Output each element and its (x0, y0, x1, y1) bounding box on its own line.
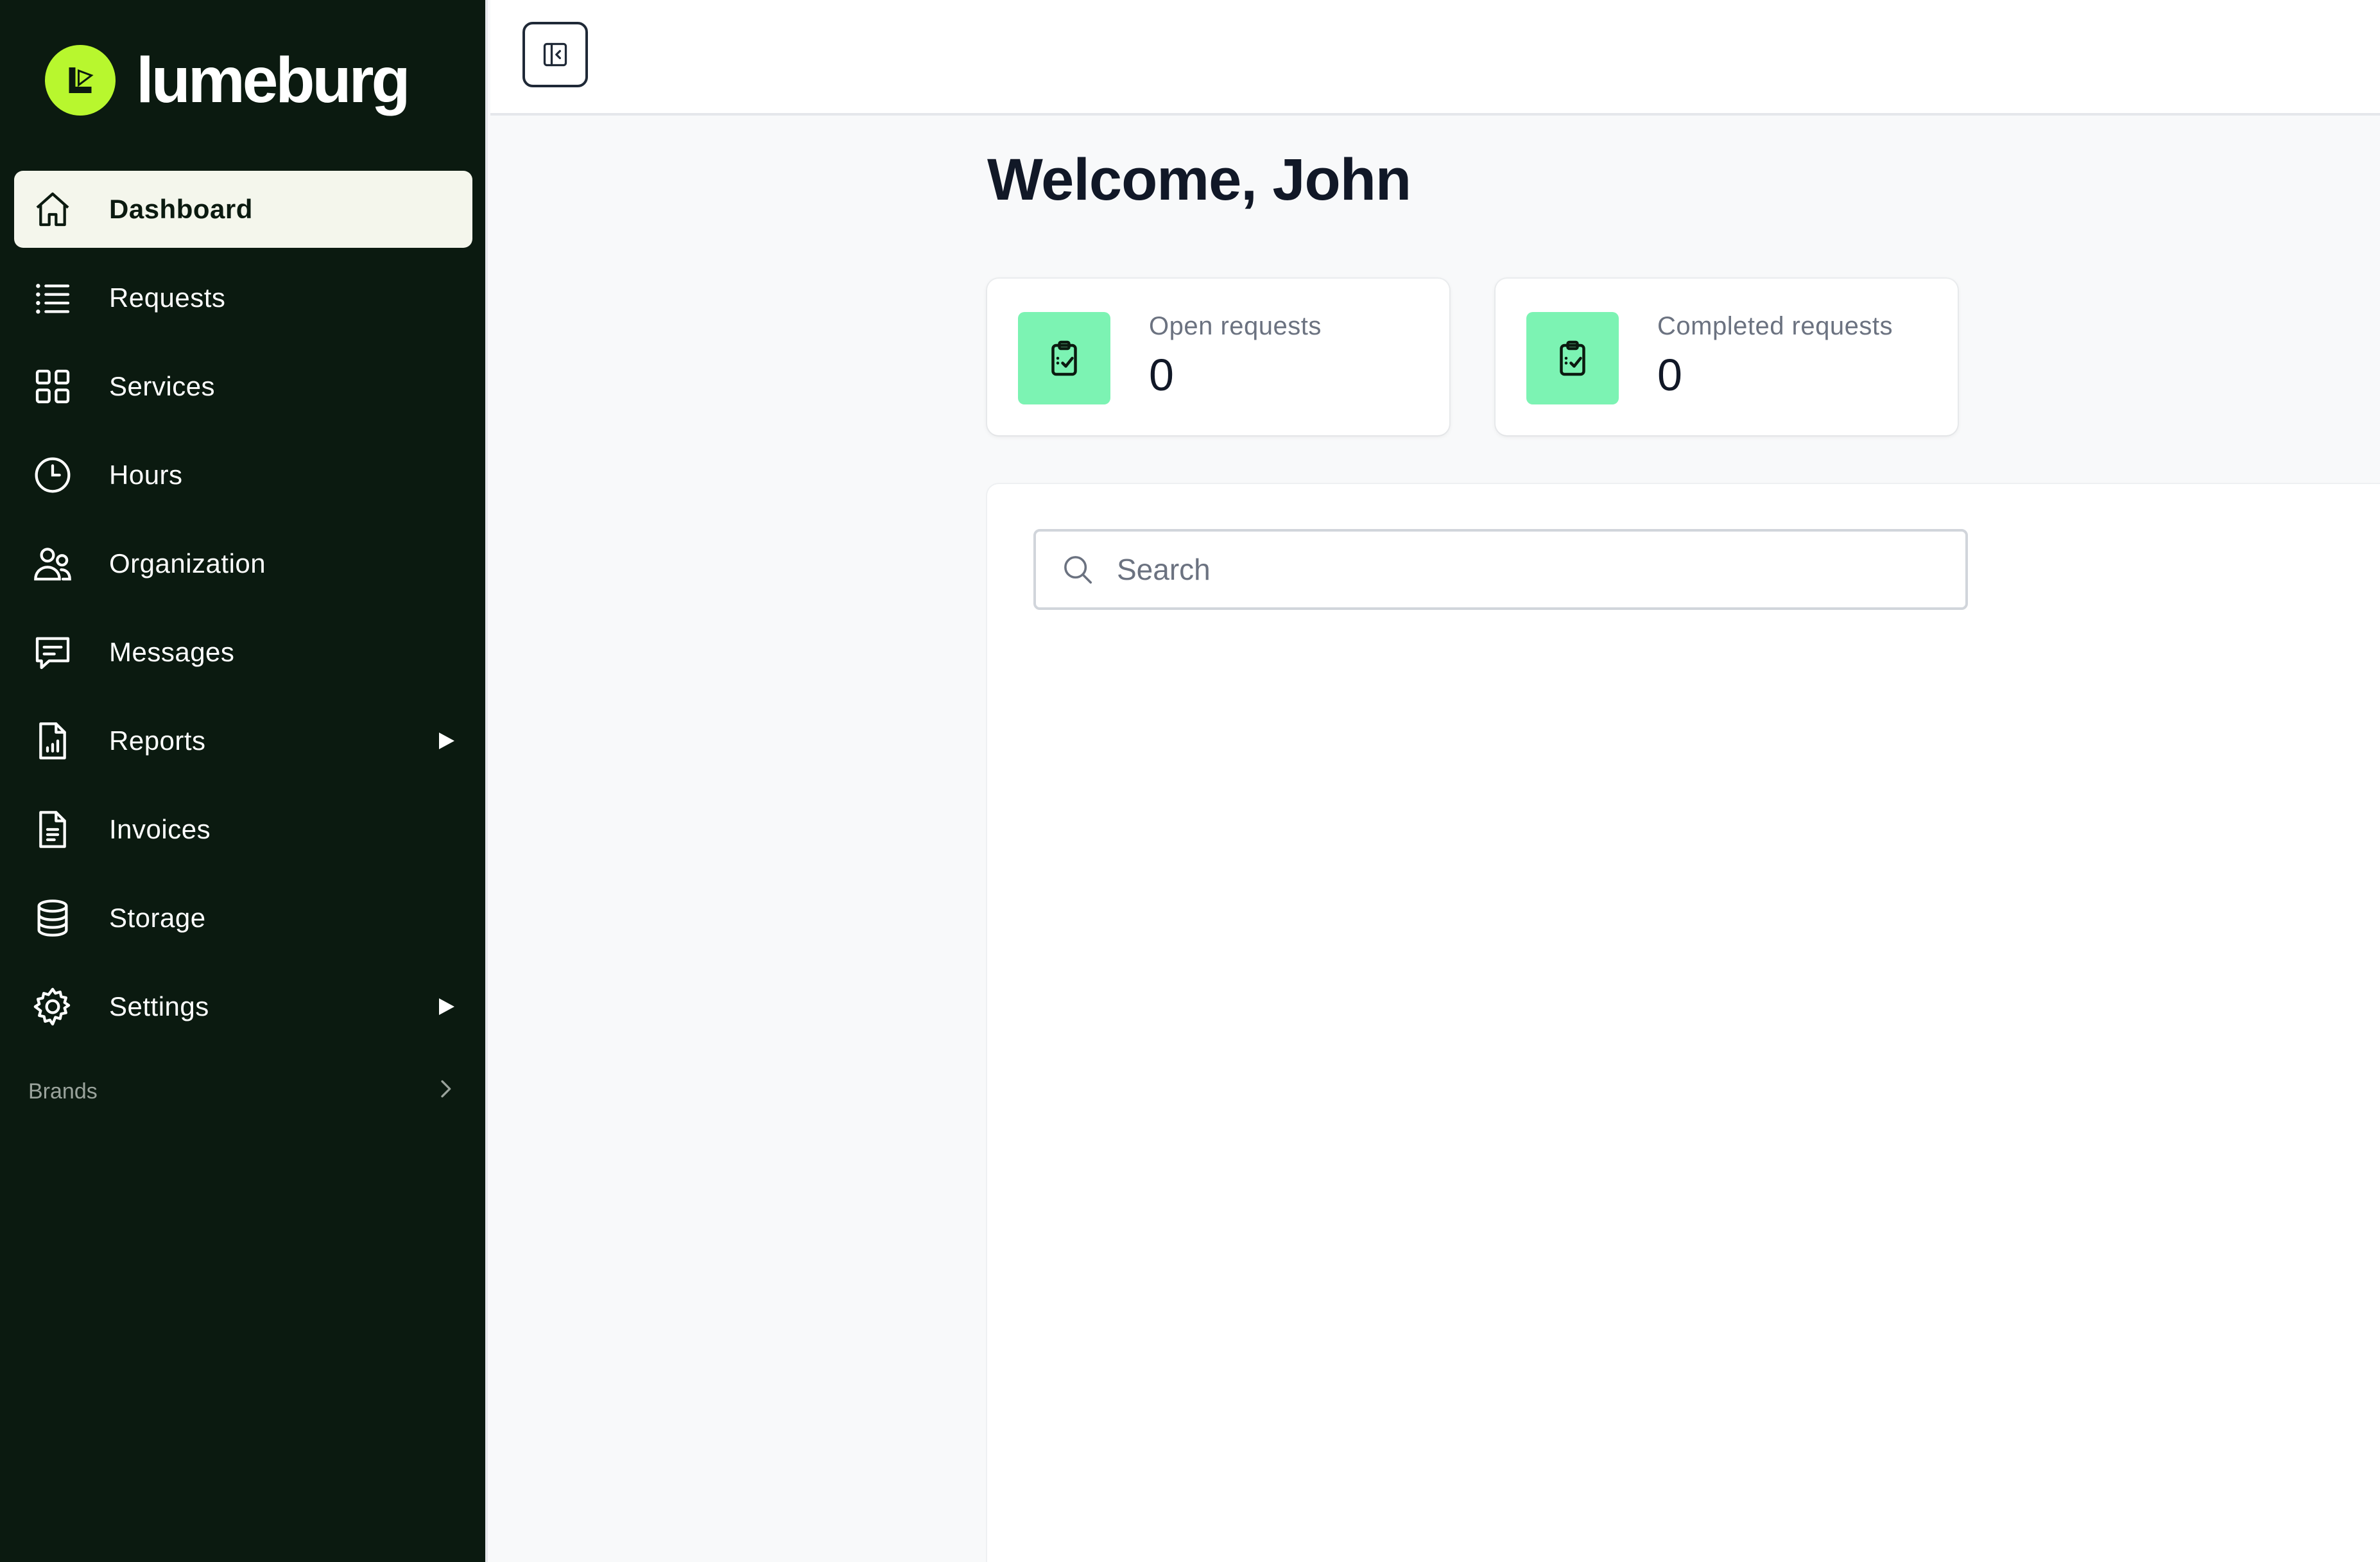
search-icon (1064, 556, 1092, 584)
sidebar-item-label: Organization (109, 548, 266, 578)
message-icon (32, 632, 73, 673)
logo[interactable]: lumeburg (45, 44, 411, 117)
sidebar-item-label: Invoices (109, 814, 211, 844)
brands-label: Brands (28, 1079, 98, 1104)
sidebar-item-label: Hours (109, 460, 183, 490)
sidebar: lumeburg Dashboard Requests Services Hou… (0, 0, 488, 1562)
sidebar-item-label: Reports (109, 725, 206, 756)
list-icon (32, 277, 73, 318)
sidebar-item-services[interactable]: Services (14, 348, 472, 425)
sidebar-item-settings[interactable]: Settings (14, 968, 472, 1045)
collapse-sidebar-button[interactable] (522, 22, 588, 87)
clock-icon (32, 455, 73, 496)
gear-icon (32, 986, 73, 1027)
sidebar-nav: Dashboard Requests Services Hours Organi… (14, 171, 472, 1057)
page-title: Welcome, John (987, 147, 1411, 213)
stat-value: 0 (1149, 350, 1174, 400)
requests-panel (987, 484, 2380, 1562)
stat-card-completed-requests[interactable]: Completed requests 0 (1496, 279, 1958, 435)
logo-text: lumeburg (136, 44, 411, 116)
search-input[interactable] (1117, 552, 1938, 587)
stat-label: Open requests (1149, 312, 1322, 340)
sidebar-item-requests[interactable]: Requests (14, 259, 472, 336)
sidebar-item-label: Services (109, 371, 216, 401)
users-icon (32, 543, 73, 584)
brands-section-toggle[interactable]: Brands (28, 1072, 458, 1111)
stat-label: Completed requests (1657, 312, 1893, 340)
sidebar-item-label: Dashboard (109, 194, 253, 224)
sidebar-item-storage[interactable]: Storage (14, 880, 472, 957)
sidebar-item-organization[interactable]: Organization (14, 525, 472, 602)
sidebar-item-hours[interactable]: Hours (14, 437, 472, 514)
database-icon (32, 898, 73, 939)
sidebar-toggle-icon (543, 42, 567, 67)
chevron-right-icon (433, 1076, 458, 1107)
clipboard-check-icon (1018, 312, 1110, 404)
sidebar-item-label: Settings (109, 991, 209, 1021)
invoice-icon (32, 809, 73, 850)
clipboard-check-icon (1526, 312, 1619, 404)
sidebar-item-label: Requests (109, 282, 226, 313)
stat-card-open-requests[interactable]: Open requests 0 (987, 279, 1449, 435)
top-bar (490, 0, 2380, 116)
sidebar-item-reports[interactable]: Reports (14, 702, 472, 779)
sidebar-item-label: Messages (109, 637, 235, 667)
search-box[interactable] (1033, 529, 1968, 610)
expand-arrow-icon[interactable] (439, 733, 454, 749)
sidebar-item-invoices[interactable]: Invoices (14, 791, 472, 868)
sidebar-item-dashboard[interactable]: Dashboard (14, 171, 472, 248)
expand-arrow-icon[interactable] (439, 998, 454, 1015)
home-icon (32, 189, 73, 230)
sidebar-item-messages[interactable]: Messages (14, 614, 472, 691)
app: lumeburg Dashboard Requests Services Hou… (0, 0, 2380, 1562)
report-icon (32, 720, 73, 761)
grid-icon (32, 366, 73, 407)
logo-mark-icon (45, 45, 116, 116)
stat-value: 0 (1657, 350, 1682, 400)
sidebar-item-label: Storage (109, 903, 206, 933)
